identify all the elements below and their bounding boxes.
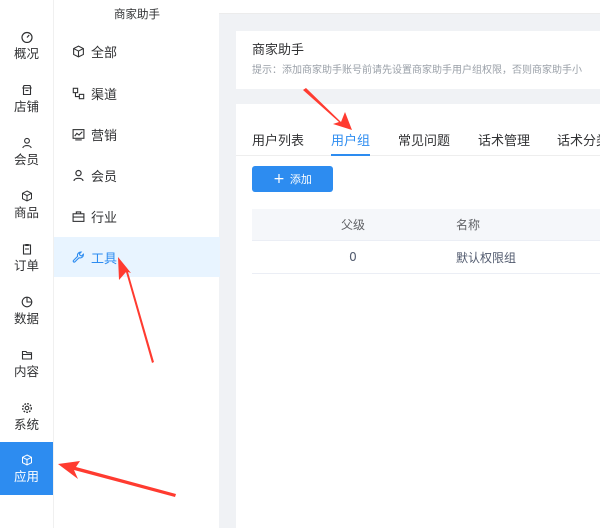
submenu-item-label: 全部 (91, 45, 118, 61)
nav-item-label: 内容 (13, 363, 39, 379)
nav-item-label: 商品 (13, 204, 39, 220)
submenu-item-industry[interactable]: 行业 (54, 196, 220, 236)
submenu-item-tools[interactable]: 工具 (54, 237, 220, 277)
nav-item-label: 会员 (13, 151, 39, 167)
main-nav-rail: 概况 店铺 会员 商品 订单 数据 内容 系统 应用 (0, 0, 53, 528)
nav-item-label: 概况 (13, 45, 39, 61)
column-header-parent: 父级 (340, 218, 365, 232)
tab-script-category[interactable]: 话术分类 (557, 130, 600, 156)
submenu-item-label: 会员 (91, 169, 118, 185)
tab-bar: 用户列表 用户组 常见问题 话术管理 话术分类 (236, 126, 600, 156)
add-button-label: 添加 (289, 173, 312, 186)
page-tip: 提示：添加商家助手账号前请先设置商家助手用户组权限，否则商家助手小 (252, 65, 582, 76)
plus-icon: + (273, 171, 285, 187)
cell-name: 默认权限组 (456, 250, 517, 265)
gear-icon (20, 401, 34, 415)
briefcase-icon (71, 209, 85, 223)
trend-chart-icon (71, 127, 85, 141)
pie-chart-icon (20, 295, 34, 309)
nav-item-apps[interactable]: 应用 (0, 442, 53, 495)
tab-faq[interactable]: 常见问题 (398, 130, 450, 156)
nav-item-order[interactable]: 订单 (0, 232, 53, 282)
submenu-item-label: 行业 (91, 210, 118, 226)
nav-item-data[interactable]: 数据 (0, 285, 53, 335)
folder-icon (20, 348, 34, 362)
submenu-item-all[interactable]: 全部 (54, 31, 220, 71)
page-header-card: 商家助手 提示：添加商家助手账号前请先设置商家助手用户组权限，否则商家助手小 (236, 31, 600, 89)
tab-user-group[interactable]: 用户组 (331, 130, 371, 156)
submenu-item-label: 工具 (91, 251, 118, 267)
channel-icon (71, 86, 85, 100)
tab-script-management[interactable]: 话术管理 (478, 130, 530, 156)
cube-icon (20, 453, 34, 467)
submenu-item-marketing[interactable]: 营销 (54, 114, 220, 154)
table-header: 父级 名称 (252, 209, 600, 241)
clipboard-icon (20, 242, 34, 256)
cell-parent: 0 (349, 250, 357, 264)
submenu-item-member[interactable]: 会员 (54, 155, 220, 195)
table-row[interactable]: 0 默认权限组 (252, 241, 600, 274)
tab-user-list[interactable]: 用户列表 (252, 130, 304, 156)
nav-item-overview[interactable]: 概况 (0, 20, 53, 70)
box-icon (20, 189, 34, 203)
store-icon (20, 83, 34, 97)
nav-item-label: 店铺 (13, 98, 39, 114)
cube-icon (71, 44, 85, 58)
nav-item-label: 系统 (13, 416, 39, 432)
nav-item-system[interactable]: 系统 (0, 391, 53, 441)
content-card: 用户列表 用户组 常见问题 话术管理 话术分类 + 添加 父级 名称 0 默认权… (236, 104, 600, 528)
submenu-item-channel[interactable]: 渠道 (54, 73, 220, 113)
user-icon (71, 168, 85, 182)
submenu-item-label: 营销 (91, 128, 118, 144)
add-button[interactable]: + 添加 (252, 166, 333, 192)
column-header-name: 名称 (456, 218, 481, 232)
page-title: 商家助手 (252, 43, 305, 58)
submenu-title: 商家助手 (114, 7, 160, 21)
nav-item-content[interactable]: 内容 (0, 338, 53, 388)
nav-item-goods[interactable]: 商品 (0, 179, 53, 229)
user-icon (20, 136, 34, 150)
top-bar (219, 0, 600, 14)
nav-item-label: 订单 (13, 257, 39, 273)
submenu-item-label: 渠道 (91, 87, 118, 103)
nav-item-store[interactable]: 店铺 (0, 73, 53, 123)
nav-item-label: 应用 (13, 469, 39, 484)
sub-nav-menu: 商家助手 全部 渠道 营销 会员 行业 工具 (53, 0, 220, 528)
wrench-icon (71, 250, 85, 264)
nav-item-label: 数据 (13, 310, 39, 326)
dashboard-icon (20, 30, 34, 44)
user-group-table: 父级 名称 0 默认权限组 (252, 209, 600, 274)
nav-item-member[interactable]: 会员 (0, 126, 53, 176)
